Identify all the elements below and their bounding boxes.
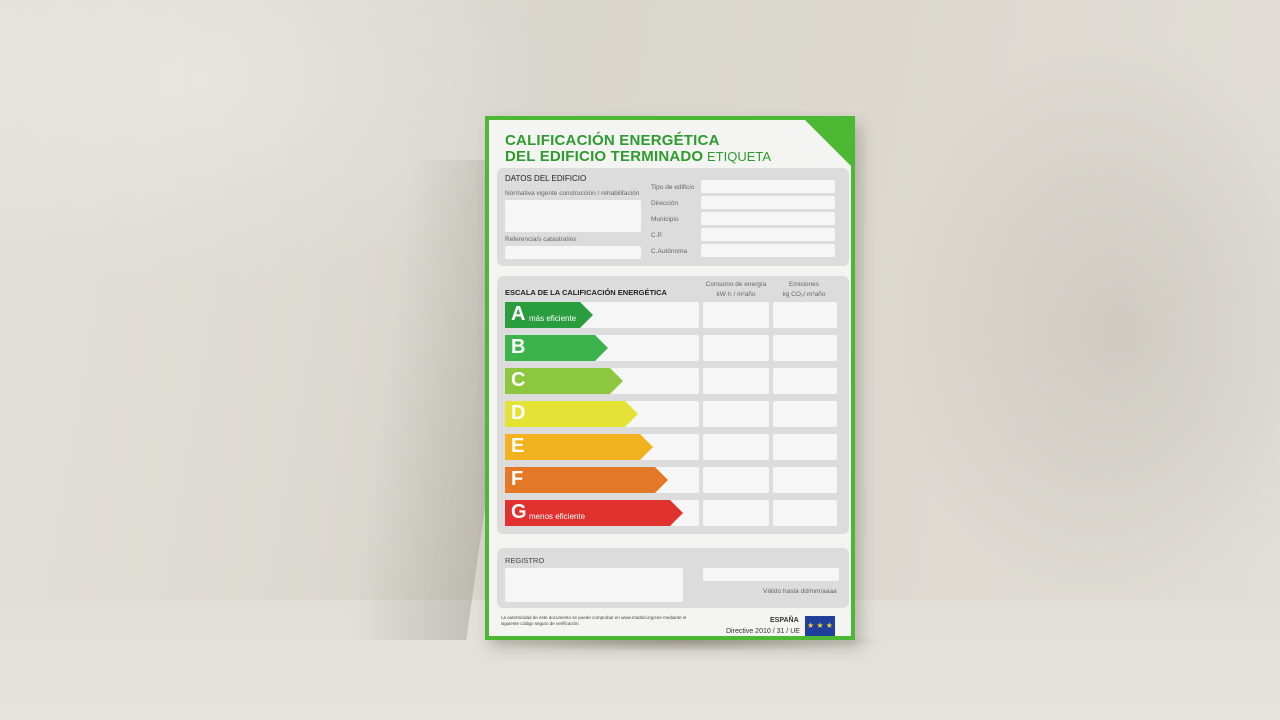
autonoma-field[interactable]	[701, 244, 835, 257]
consumo-cell-c[interactable]	[703, 368, 769, 394]
building-data-heading: DATOS DEL EDIFICIO	[505, 174, 587, 183]
direccion-label: Dirección	[651, 200, 679, 207]
emisiones-cell-g[interactable]	[773, 500, 837, 526]
title-line-1: CALIFICACIÓN ENERGÉTICA	[505, 132, 720, 149]
tipo-edificio-field[interactable]	[701, 180, 835, 193]
rating-desc: menos eficiente	[529, 512, 586, 521]
corner-triangle	[805, 120, 851, 166]
emisiones-unit: kg CO₂/ m²año	[782, 291, 826, 298]
emisiones-cell-e[interactable]	[773, 434, 837, 460]
referencia-field[interactable]	[505, 246, 641, 259]
registro-panel: REGISTRO Válido hasta dd/mm/aaaa	[497, 548, 849, 608]
valido-field[interactable]	[703, 568, 839, 581]
normativa-field[interactable]	[505, 200, 641, 232]
emisiones-header: Emisiones	[789, 281, 819, 288]
autonoma-label: C.Autónoma	[651, 248, 688, 255]
consumo-cell-f[interactable]	[703, 467, 769, 493]
rating-arrow-d: D	[505, 401, 638, 427]
emisiones-cell-f[interactable]	[773, 467, 837, 493]
rating-scale-panel: ESCALA DE LA CALIFICACIÓN ENERGÉTICA Con…	[497, 276, 849, 534]
title-line-2: DEL EDIFICIO TERMINADO	[505, 148, 704, 165]
rating-letter: E	[511, 435, 525, 457]
label-tag: ETIQUETA	[707, 149, 772, 164]
consumo-unit: kW·h / m²año	[716, 291, 756, 298]
rating-arrow-c: C	[505, 368, 623, 394]
consumo-cell-a[interactable]	[703, 302, 769, 328]
directive-label: Directive 2010 / 31 / UE	[726, 628, 800, 635]
authenticity-note: La autenticidad de este documento se pue…	[501, 615, 687, 626]
rating-arrow-b: B	[505, 335, 608, 361]
rating-arrow-e: E	[505, 434, 653, 460]
energy-certificate-label: CALIFICACIÓN ENERGÉTICA DEL EDIFICIO TER…	[485, 116, 855, 640]
tipo-edificio-label: Tipo de edificio	[651, 184, 695, 191]
cp-label: C.P.	[651, 232, 663, 239]
eu-stars: ★ ★ ★	[807, 621, 833, 630]
direccion-field[interactable]	[701, 196, 835, 209]
consumo-cell-d[interactable]	[703, 401, 769, 427]
rating-letter: D	[511, 402, 526, 424]
rating-desc: más eficiente	[529, 314, 577, 323]
rating-arrow-f: F	[505, 467, 668, 493]
cp-field[interactable]	[701, 228, 835, 241]
scale-heading: ESCALA DE LA CALIFICACIÓN ENERGÉTICA	[505, 288, 667, 297]
building-data-panel: DATOS DEL EDIFICIO Normativa vigente con…	[497, 168, 849, 266]
country-label: ESPAÑA	[770, 617, 799, 624]
rating-letter: B	[511, 336, 526, 358]
registro-field[interactable]	[505, 568, 683, 602]
registro-heading: REGISTRO	[505, 556, 545, 565]
rating-letter: C	[511, 369, 526, 391]
municipio-label: Municipio	[651, 216, 679, 223]
consumo-cell-g[interactable]	[703, 500, 769, 526]
rating-arrow-a: A más eficiente	[505, 302, 593, 328]
rating-arrow-g: G menos eficiente	[505, 500, 683, 526]
eu-flag-icon: ★ ★ ★	[805, 616, 835, 636]
consumo-cell-b[interactable]	[703, 335, 769, 361]
consumo-cell-e[interactable]	[703, 434, 769, 460]
label-sheet: CALIFICACIÓN ENERGÉTICA DEL EDIFICIO TER…	[489, 120, 851, 636]
referencia-label: Referencia/s catastral/es	[505, 236, 577, 243]
valido-label: Válido hasta dd/mm/aaaa	[763, 588, 837, 595]
rating-letter: A	[511, 303, 526, 325]
municipio-field[interactable]	[701, 212, 835, 225]
rating-letter: F	[511, 468, 524, 490]
emisiones-cell-c[interactable]	[773, 368, 837, 394]
rating-letter: G	[511, 501, 527, 523]
normativa-label: Normativa vigente construcción / rehabil…	[505, 190, 640, 197]
emisiones-cell-a[interactable]	[773, 302, 837, 328]
emisiones-cell-d[interactable]	[773, 401, 837, 427]
consumo-header: Consumo de energía	[705, 281, 767, 288]
emisiones-cell-b[interactable]	[773, 335, 837, 361]
